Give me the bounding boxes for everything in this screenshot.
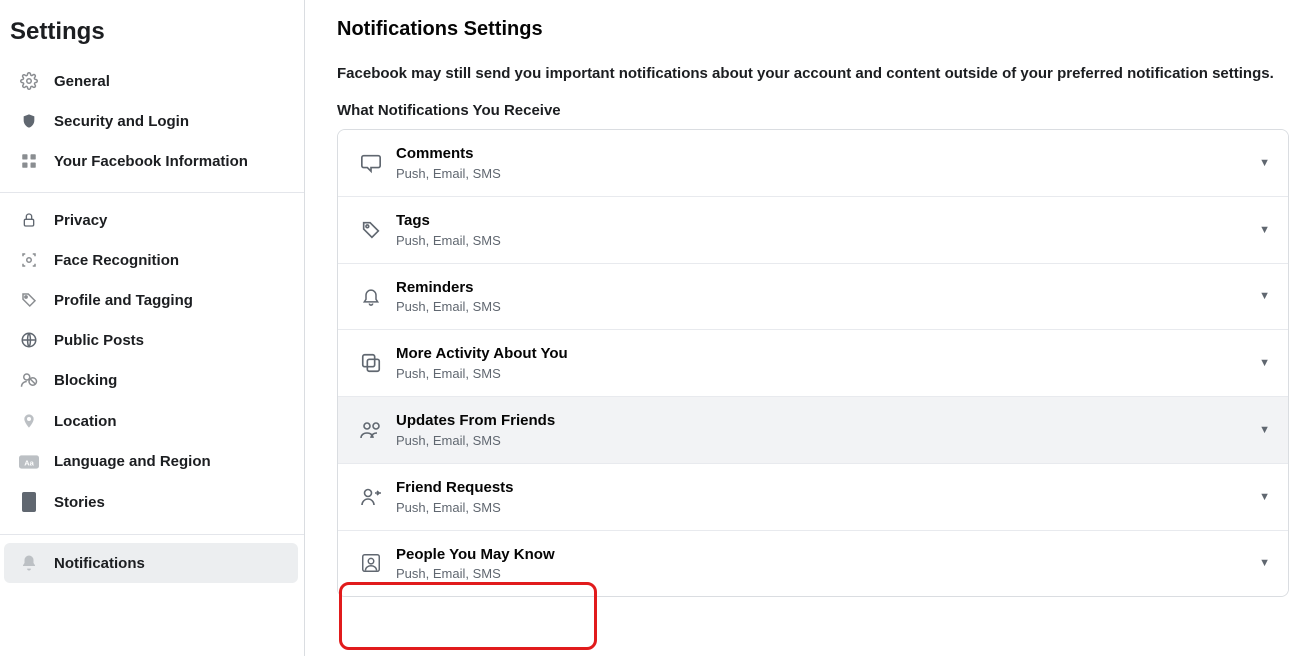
chevron-down-icon: ▼ [1259,157,1270,169]
notification-row-comments[interactable]: Comments Push, Email, SMS ▼ [338,130,1288,196]
grid-icon [16,152,42,170]
people-icon [356,552,386,574]
sidebar-item-face-recognition[interactable]: Face Recognition [4,241,298,279]
chevron-down-icon: ▼ [1259,357,1270,369]
language-icon: Aa [16,454,42,470]
globe-icon [16,331,42,349]
sidebar-item-label: Face Recognition [54,252,179,269]
row-title: Reminders [396,279,1259,298]
friends-icon [356,420,386,440]
sidebar-item-location[interactable]: Location [4,401,298,441]
notification-row-reminders[interactable]: Reminders Push, Email, SMS ▼ [338,263,1288,330]
face-scan-icon [16,251,42,269]
main-content: Notifications Settings Facebook may stil… [305,0,1311,656]
lock-icon [16,211,42,229]
row-body: Updates From Friends Push, Email, SMS [396,412,1259,448]
gear-icon [16,72,42,90]
sidebar-item-label: General [54,73,110,90]
sidebar-item-label: Profile and Tagging [54,292,193,309]
shield-icon [16,112,42,130]
svg-text:Aa: Aa [24,458,34,467]
bell-icon [16,553,42,573]
chevron-down-icon: ▼ [1259,557,1270,569]
sidebar-item-notifications[interactable]: Notifications [4,543,298,583]
notification-row-tags[interactable]: Tags Push, Email, SMS ▼ [338,196,1288,263]
row-subtitle: Push, Email, SMS [396,566,1259,581]
sidebar-item-privacy[interactable]: Privacy [4,201,298,239]
row-body: Tags Push, Email, SMS [396,212,1259,248]
sidebar-item-profile-tagging[interactable]: Profile and Tagging [4,281,298,319]
sidebar-item-your-info[interactable]: Your Facebook Information [4,142,298,180]
bell-icon [356,285,386,307]
sidebar-item-language-region[interactable]: Aa Language and Region [4,443,298,480]
sidebar-group: Notifications [0,543,304,583]
row-subtitle: Push, Email, SMS [396,166,1259,181]
sidebar-item-general[interactable]: General [4,62,298,100]
notifications-notice: Facebook may still send you important no… [337,65,1289,82]
sidebar-item-label: Public Posts [54,332,144,349]
friend-request-icon [356,487,386,507]
row-title: More Activity About You [396,345,1259,364]
row-body: Reminders Push, Email, SMS [396,279,1259,315]
sidebar-item-label: Notifications [54,555,145,572]
sidebar-item-label: Location [54,413,117,430]
row-body: More Activity About You Push, Email, SMS [396,345,1259,381]
row-title: Tags [396,212,1259,231]
sidebar-group: General Security and Login Your Facebook… [0,62,304,193]
section-label: What Notifications You Receive [337,102,1289,119]
chevron-down-icon: ▼ [1259,424,1270,436]
page-title: Notifications Settings [337,18,1289,41]
notifications-list: Comments Push, Email, SMS ▼ Tags Push, E… [337,129,1289,597]
location-icon [16,411,42,431]
activity-icon [356,352,386,374]
sidebar-item-label: Blocking [54,372,117,389]
sidebar-title: Settings [0,10,304,60]
notification-row-friend-requests[interactable]: Friend Requests Push, Email, SMS ▼ [338,463,1288,530]
row-subtitle: Push, Email, SMS [396,366,1259,381]
row-subtitle: Push, Email, SMS [396,233,1259,248]
row-subtitle: Push, Email, SMS [396,433,1259,448]
layout: Settings General Security and Login Your… [0,0,1311,656]
row-title: Updates From Friends [396,412,1259,431]
sidebar-item-label: Privacy [54,212,107,229]
notification-row-updates-friends[interactable]: Updates From Friends Push, Email, SMS ▼ [338,396,1288,463]
comment-icon [356,152,386,174]
sidebar-group: Privacy Face Recognition Profile and Tag… [0,201,304,535]
row-title: Friend Requests [396,479,1259,498]
chevron-down-icon: ▼ [1259,224,1270,236]
sidebar-item-label: Stories [54,494,105,511]
row-body: Comments Push, Email, SMS [396,145,1259,181]
row-title: Comments [396,145,1259,164]
notification-row-more-activity[interactable]: More Activity About You Push, Email, SMS… [338,329,1288,396]
settings-sidebar: Settings General Security and Login Your… [0,0,305,656]
sidebar-item-blocking[interactable]: Blocking [4,361,298,399]
row-subtitle: Push, Email, SMS [396,500,1259,515]
block-icon [16,371,42,389]
chevron-down-icon: ▼ [1259,290,1270,302]
sidebar-item-label: Security and Login [54,113,189,130]
sidebar-item-label: Language and Region [54,453,211,470]
sidebar-item-security-login[interactable]: Security and Login [4,102,298,140]
row-subtitle: Push, Email, SMS [396,299,1259,314]
stories-icon [16,492,42,512]
notification-row-people-you-may-know[interactable]: People You May Know Push, Email, SMS ▼ [338,530,1288,597]
row-body: Friend Requests Push, Email, SMS [396,479,1259,515]
sidebar-item-label: Your Facebook Information [54,153,248,170]
sidebar-item-public-posts[interactable]: Public Posts [4,321,298,359]
row-body: People You May Know Push, Email, SMS [396,546,1259,582]
tag-icon [356,219,386,241]
chevron-down-icon: ▼ [1259,491,1270,503]
tag-icon [16,291,42,309]
sidebar-item-stories[interactable]: Stories [4,482,298,522]
row-title: People You May Know [396,546,1259,565]
